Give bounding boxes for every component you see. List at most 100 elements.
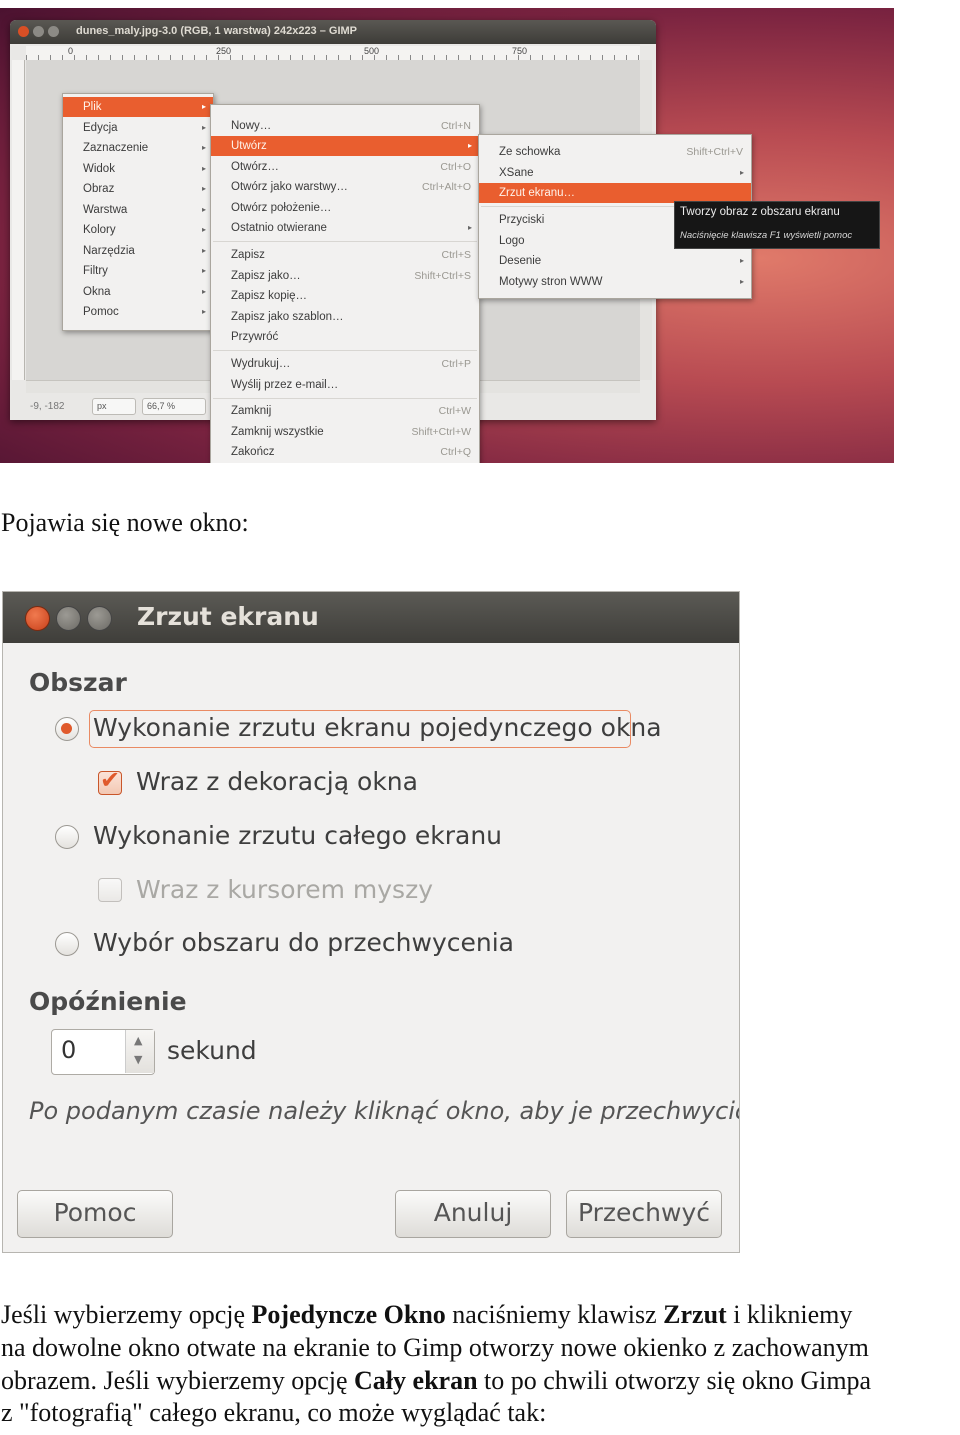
menu-item-otworz-jako-warstwy[interactable]: Otwórz jako warstwy… Ctrl+Alt+O (211, 177, 479, 197)
chevron-right-icon: ▸ (467, 141, 472, 150)
menu-item-widok[interactable]: Widok ▸ (63, 159, 213, 179)
menu-item-zaznaczenie[interactable]: Zaznaczenie ▸ (63, 138, 213, 158)
chevron-right-icon: ▸ (201, 307, 206, 316)
menu-item-zakoncz[interactable]: Zakończ Ctrl+Q (211, 442, 479, 462)
radio-select-region[interactable] (55, 932, 79, 956)
label-single-window[interactable]: Wykonanie zrzutu ekranu pojedynczego okn… (93, 713, 662, 742)
tooltip-hint: Naciśnięcie klawisza F1 wyświetli pomoc (680, 230, 853, 241)
label-full-screen[interactable]: Wykonanie zrzutu całego ekranu (93, 821, 502, 850)
minimize-icon[interactable] (56, 606, 81, 631)
delay-spinbutton[interactable]: 0 ▲ ▼ (51, 1029, 155, 1075)
menu-item-obraz[interactable]: Obraz ▸ (63, 179, 213, 199)
chevron-right-icon: ▸ (467, 223, 472, 232)
menu-item-warstwa[interactable]: Warstwa ▸ (63, 200, 213, 220)
checkbox-window-decoration[interactable] (98, 766, 122, 795)
menu-item-otworz[interactable]: Otwórz… Ctrl+O (211, 157, 479, 177)
delay-unit: sekund (167, 1036, 257, 1065)
close-icon[interactable] (25, 606, 50, 631)
gimp-screenshot: dunes_maly.jpg-3.0 (RGB, 1 warstwa) 242x… (0, 8, 894, 463)
decrement-icon[interactable]: ▼ (134, 1053, 142, 1066)
menu-item-ze-schowka[interactable]: Ze schowka Shift+Ctrl+V (479, 142, 751, 162)
menu-item-filtry[interactable]: Filtry ▸ (63, 261, 213, 281)
paragraph-line-4: z "fotografią" całego ekranu, co może wy… (1, 1398, 547, 1427)
menu-item-zamknij[interactable]: Zamknij Ctrl+W (211, 401, 479, 421)
paragraph-line-1: Jeśli wybierzemy opcję Pojedyncze Okno n… (1, 1300, 853, 1329)
file-menu: Nowy… Ctrl+N Utwórz ▸ Otwórz… Ctrl+O Otwórz… (210, 104, 480, 463)
window-title: dunes_maly.jpg-3.0 (RGB, 1 warstwa) 242x… (76, 25, 358, 37)
checkbox-mouse-cursor[interactable] (98, 878, 122, 902)
menu-item-edycja[interactable]: Edycja ▸ (63, 118, 213, 138)
tooltip-title: Tworzy obraz z obszaru ekranu (680, 206, 840, 218)
paragraph-line-2: na dowolne okno otwate na ekranie to Gim… (1, 1333, 869, 1362)
menu-item-motywy-stron-www[interactable]: Motywy stron WWW ▸ (479, 272, 751, 292)
maximize-icon[interactable] (48, 26, 59, 37)
label-window-decoration[interactable]: Wraz z dekoracją okna (136, 767, 418, 796)
chevron-right-icon: ▸ (201, 143, 206, 152)
menu-item-ostatnio-otwierane[interactable]: Ostatnio otwierane ▸ (211, 218, 479, 238)
paragraph-line-3: obrazem. Jeśli wybierzemy opcję Cały ekr… (1, 1366, 872, 1395)
chevron-right-icon: ▸ (201, 204, 206, 214)
menu-separator (213, 241, 477, 242)
delay-heading: Opóźnienie (29, 987, 187, 1016)
menu-item-plik[interactable]: Plik ▸ (63, 97, 213, 117)
menu-item-zapisz[interactable]: Zapisz Ctrl+S (211, 245, 479, 265)
menu-item-przywroc[interactable]: Przywróć (211, 327, 479, 347)
ruler-tick: 0 (68, 46, 74, 56)
area-heading: Obszar (29, 668, 127, 697)
delay-hint: Po podanym czasie należy kliknąć okno, a… (29, 1097, 740, 1125)
menu-item-xsane[interactable]: XSane ▸ (479, 163, 751, 183)
menu-item-kolory[interactable]: Kolory ▸ (63, 220, 213, 240)
pointer-coordinates: -9, -182 (30, 401, 65, 412)
menu-item-otworz-polozenie[interactable]: Otwórz położenie… (211, 198, 479, 218)
minimize-icon[interactable] (33, 26, 44, 37)
dialog-title: Zrzut ekranu (137, 602, 319, 631)
menu-item-okna[interactable]: Okna ▸ (63, 282, 213, 302)
chevron-right-icon: ▸ (739, 168, 744, 177)
chevron-right-icon: ▸ (739, 256, 744, 265)
radio-single-window[interactable] (55, 717, 79, 741)
caption-new-window: Pojawia się nowe okno: (1, 508, 249, 537)
menu-item-wydrukuj[interactable]: Wydrukuj… Ctrl+P (211, 354, 479, 374)
increment-icon[interactable]: ▲ (134, 1034, 142, 1047)
horizontal-ruler: 0 250 500 750 (26, 46, 640, 61)
chevron-right-icon: ▸ (201, 225, 206, 234)
zoom-select[interactable]: 66,7 % (142, 398, 206, 415)
help-button[interactable]: Pomoc (17, 1190, 173, 1238)
screenshot-dialog: Zrzut ekranu Obszar Wykonanie zrzutu ekr… (2, 591, 740, 1253)
close-icon[interactable] (18, 26, 29, 37)
menu-item-wyslij-email[interactable]: Wyślij przez e-mail… (211, 375, 479, 395)
ruler-tick: 250 (216, 46, 232, 56)
menu-item-nowy[interactable]: Nowy… Ctrl+N (211, 116, 479, 136)
chevron-right-icon: ▸ (201, 184, 206, 193)
menu-item-zapisz-kopie[interactable]: Zapisz kopię… (211, 286, 479, 306)
unit-select[interactable]: px (92, 398, 136, 415)
ruler-tick: 500 (364, 46, 380, 56)
menu-item-zamknij-wszystkie[interactable]: Zamknij wszystkie Shift+Ctrl+W (211, 422, 479, 442)
main-menu: Plik ▸ Edycja ▸ Zaznaczenie ▸ Widok ▸ Obraz ▸… (62, 93, 214, 331)
chevron-right-icon: ▸ (201, 266, 206, 275)
capture-button[interactable]: Przechwyć (566, 1190, 722, 1238)
dialog-titlebar: Zrzut ekranu (3, 592, 739, 643)
menu-item-utworz[interactable]: Utwórz ▸ (211, 136, 479, 156)
menu-item-pomoc[interactable]: Pomoc ▸ (63, 302, 213, 322)
menu-item-desenie[interactable]: Desenie ▸ (479, 251, 751, 271)
menu-separator (213, 398, 477, 399)
menu-item-narzedzia[interactable]: Narzędzia ▸ (63, 241, 213, 261)
menu-separator (213, 350, 477, 351)
spin-buttons[interactable]: ▲ ▼ (125, 1030, 154, 1073)
radio-full-screen[interactable] (55, 825, 79, 849)
menu-item-zrzut-ekranu[interactable]: Zrzut ekranu… (479, 183, 751, 203)
label-mouse-cursor: Wraz z kursorem myszy (136, 875, 433, 904)
cancel-button[interactable]: Anuluj (395, 1190, 551, 1238)
menu-item-zapisz-jako-szablon[interactable]: Zapisz jako szablon… (211, 307, 479, 327)
gimp-titlebar: dunes_maly.jpg-3.0 (RGB, 1 warstwa) 242x… (10, 20, 656, 44)
label-select-region[interactable]: Wybór obszaru do przechwycenia (93, 928, 514, 957)
delay-value[interactable]: 0 (61, 1036, 76, 1064)
menu-item-zapisz-jako[interactable]: Zapisz jako… Shift+Ctrl+S (211, 266, 479, 286)
chevron-right-icon: ▸ (201, 286, 206, 296)
chevron-right-icon: ▸ (201, 102, 206, 111)
ruler-tick: 750 (512, 46, 528, 56)
tooltip: Tworzy obraz z obszaru ekranu Naciśnięci… (674, 201, 880, 249)
maximize-icon[interactable] (87, 606, 112, 631)
chevron-right-icon: ▸ (739, 277, 744, 286)
